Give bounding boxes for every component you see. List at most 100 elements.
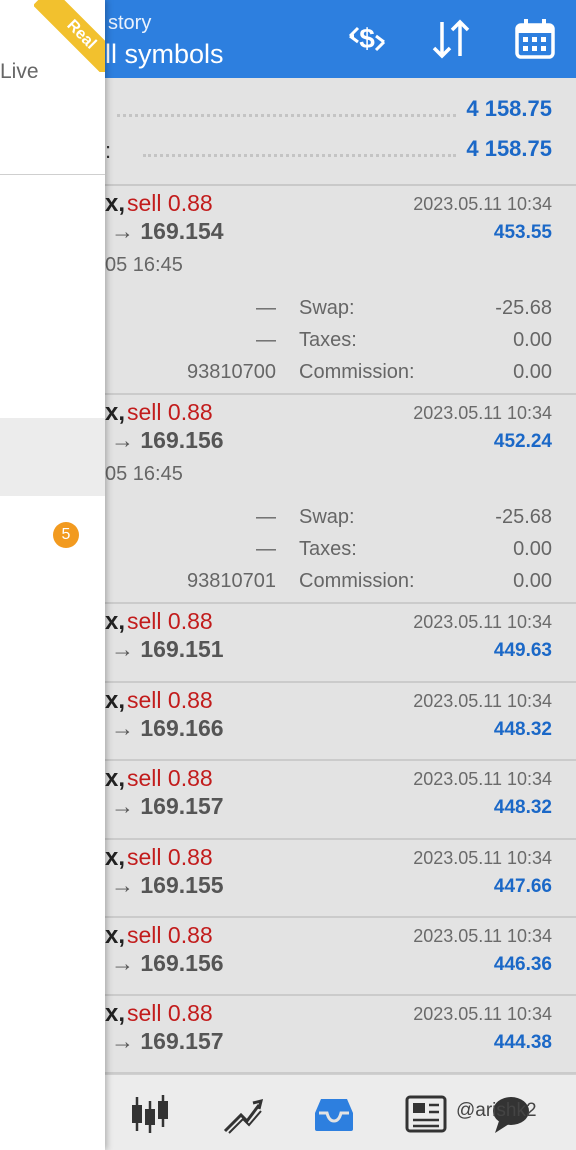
deal-symbol: x, xyxy=(105,687,126,714)
detail-value: 0.00 xyxy=(513,361,552,383)
detail-value: -25.68 xyxy=(495,506,552,528)
deal-row[interactable]: x, sell 0.88 → 169.156 2023.05.11 10:34 … xyxy=(105,918,576,996)
deal-symbol: x, xyxy=(105,1000,126,1027)
summary-value: 4 158.75 xyxy=(466,96,552,121)
deal-row[interactable]: x, sell 0.88 → 169.154 2023.05.11 10:34 … xyxy=(105,186,576,395)
deal-symbol: x, xyxy=(105,190,126,217)
deal-side: sell 0.88 xyxy=(127,922,213,948)
detail-label: Swap: xyxy=(299,506,355,528)
deal-row[interactable]: x, sell 0.88 → 169.157 2023.05.11 10:34 … xyxy=(105,761,576,840)
summary-block: 4 158.75 : 4 158.75 xyxy=(105,78,576,186)
deal-time: 2023.05.11 10:34 xyxy=(413,691,552,711)
deal-time: 2023.05.11 10:34 xyxy=(413,194,552,214)
history-icon[interactable] xyxy=(311,1091,357,1137)
detail-value-left: 93810700 xyxy=(187,361,276,383)
detail-label: Taxes: xyxy=(299,329,357,351)
deal-time: 2023.05.11 10:34 xyxy=(413,848,552,868)
detail-value-left: 93810701 xyxy=(187,570,276,592)
deal-price: → 169.155 xyxy=(111,872,224,899)
summary-label: : xyxy=(105,138,112,163)
deal-row[interactable]: x, sell 0.88 → 169.166 2023.05.11 10:34 … xyxy=(105,683,576,761)
deal-profit: 449.63 xyxy=(493,640,552,661)
deal-price: → 169.151 xyxy=(111,636,224,663)
currency-exchange-icon[interactable]: $ xyxy=(344,16,390,62)
deal-price: → 169.157 xyxy=(111,1028,224,1055)
deal-close-price: 169.151 xyxy=(140,636,224,662)
notification-badge: 5 xyxy=(53,522,79,548)
summary-row: 4 158.75 xyxy=(105,92,576,132)
leader-dots xyxy=(143,154,456,157)
detail-row-taxes: — Taxes: 0.00 xyxy=(105,329,576,359)
deal-profit: 452.24 xyxy=(493,431,552,452)
deal-profit: 453.55 xyxy=(493,222,552,243)
summary-value: 4 158.75 xyxy=(466,136,552,161)
deal-close-price: 169.156 xyxy=(140,427,224,453)
arrow-icon: → xyxy=(111,793,134,819)
arrow-icon: → xyxy=(111,872,134,898)
deal-close-price: 169.155 xyxy=(140,872,224,898)
deal-side: sell 0.88 xyxy=(127,844,213,870)
arrow-icon: → xyxy=(111,427,134,453)
detail-label: Commission: xyxy=(299,570,415,592)
drawer-item-selected[interactable] xyxy=(0,418,105,496)
leader-dots xyxy=(117,114,456,117)
detail-row-taxes: — Taxes: 0.00 xyxy=(105,538,576,568)
header-subtitle: story xyxy=(108,12,152,34)
detail-row-commission: 93810701 Commission: 0.00 xyxy=(105,570,576,600)
deal-side: sell 0.88 xyxy=(127,190,213,216)
deal-side: sell 0.88 xyxy=(127,399,213,425)
deal-price: → 169.156 xyxy=(111,427,224,454)
deal-close-price: 169.157 xyxy=(140,793,224,819)
arrow-icon: → xyxy=(111,636,134,662)
news-icon[interactable] xyxy=(403,1091,449,1137)
deal-profit: 448.32 xyxy=(493,719,552,740)
calendar-icon[interactable] xyxy=(512,16,558,62)
deal-close-price: 169.154 xyxy=(140,218,224,244)
account-type-label[interactable]: Live xyxy=(0,60,39,84)
drawer-divider xyxy=(0,174,105,175)
header-title[interactable]: ll symbols xyxy=(105,39,224,70)
detail-label: Swap: xyxy=(299,297,355,319)
quotes-icon[interactable] xyxy=(127,1091,173,1137)
deal-time: 2023.05.11 10:34 xyxy=(413,769,552,789)
real-account-ribbon: Real xyxy=(34,0,105,72)
history-list[interactable]: 4 158.75 : 4 158.75 x, sell 0.88 → 169.1… xyxy=(105,78,576,1074)
detail-row-commission: 93810700 Commission: 0.00 xyxy=(105,361,576,391)
deal-symbol: x, xyxy=(105,608,126,635)
detail-label: Taxes: xyxy=(299,538,357,560)
watermark-text: @arishk2 xyxy=(456,1100,537,1121)
detail-value: 0.00 xyxy=(513,570,552,592)
deal-side: sell 0.88 xyxy=(127,765,213,791)
deal-row[interactable]: x, sell 0.88 → 169.157 2023.05.11 10:34 … xyxy=(105,996,576,1074)
detail-label: Commission: xyxy=(299,361,415,383)
detail-value-left: — xyxy=(256,297,276,319)
deal-row[interactable]: x, sell 0.88 → 169.156 2023.05.11 10:34 … xyxy=(105,395,576,604)
detail-value: 0.00 xyxy=(513,538,552,560)
sort-icon[interactable] xyxy=(428,16,474,62)
detail-row-swap: — Swap: -25.68 xyxy=(105,506,576,536)
arrow-icon: → xyxy=(111,218,134,244)
deal-symbol: x, xyxy=(105,922,126,949)
chart-icon[interactable] xyxy=(219,1091,265,1137)
deal-price: → 169.154 xyxy=(111,218,224,245)
arrow-icon: → xyxy=(111,950,134,976)
deal-profit: 447.66 xyxy=(493,876,552,897)
deal-row[interactable]: x, sell 0.88 → 169.155 2023.05.11 10:34 … xyxy=(105,840,576,918)
deal-price: → 169.157 xyxy=(111,793,224,820)
arrow-icon: → xyxy=(111,1028,134,1054)
deal-symbol: x, xyxy=(105,765,126,792)
deal-close-price: 169.157 xyxy=(140,1028,224,1054)
deal-close-price: 169.166 xyxy=(140,715,224,741)
deal-time: 2023.05.11 10:34 xyxy=(413,612,552,632)
deal-profit: 444.38 xyxy=(493,1032,552,1053)
deal-time: 2023.05.11 10:34 xyxy=(413,403,552,423)
deal-row[interactable]: x, sell 0.88 → 169.151 2023.05.11 10:34 … xyxy=(105,604,576,683)
deal-side: sell 0.88 xyxy=(127,608,213,634)
deal-profit: 446.36 xyxy=(493,954,552,975)
svg-text:$: $ xyxy=(359,23,375,54)
deal-symbol: x, xyxy=(105,399,126,426)
deal-close-price: 169.156 xyxy=(140,950,224,976)
detail-value: 0.00 xyxy=(513,329,552,351)
ribbon-label: Real xyxy=(63,16,100,53)
detail-row-swap: — Swap: -25.68 xyxy=(105,297,576,327)
